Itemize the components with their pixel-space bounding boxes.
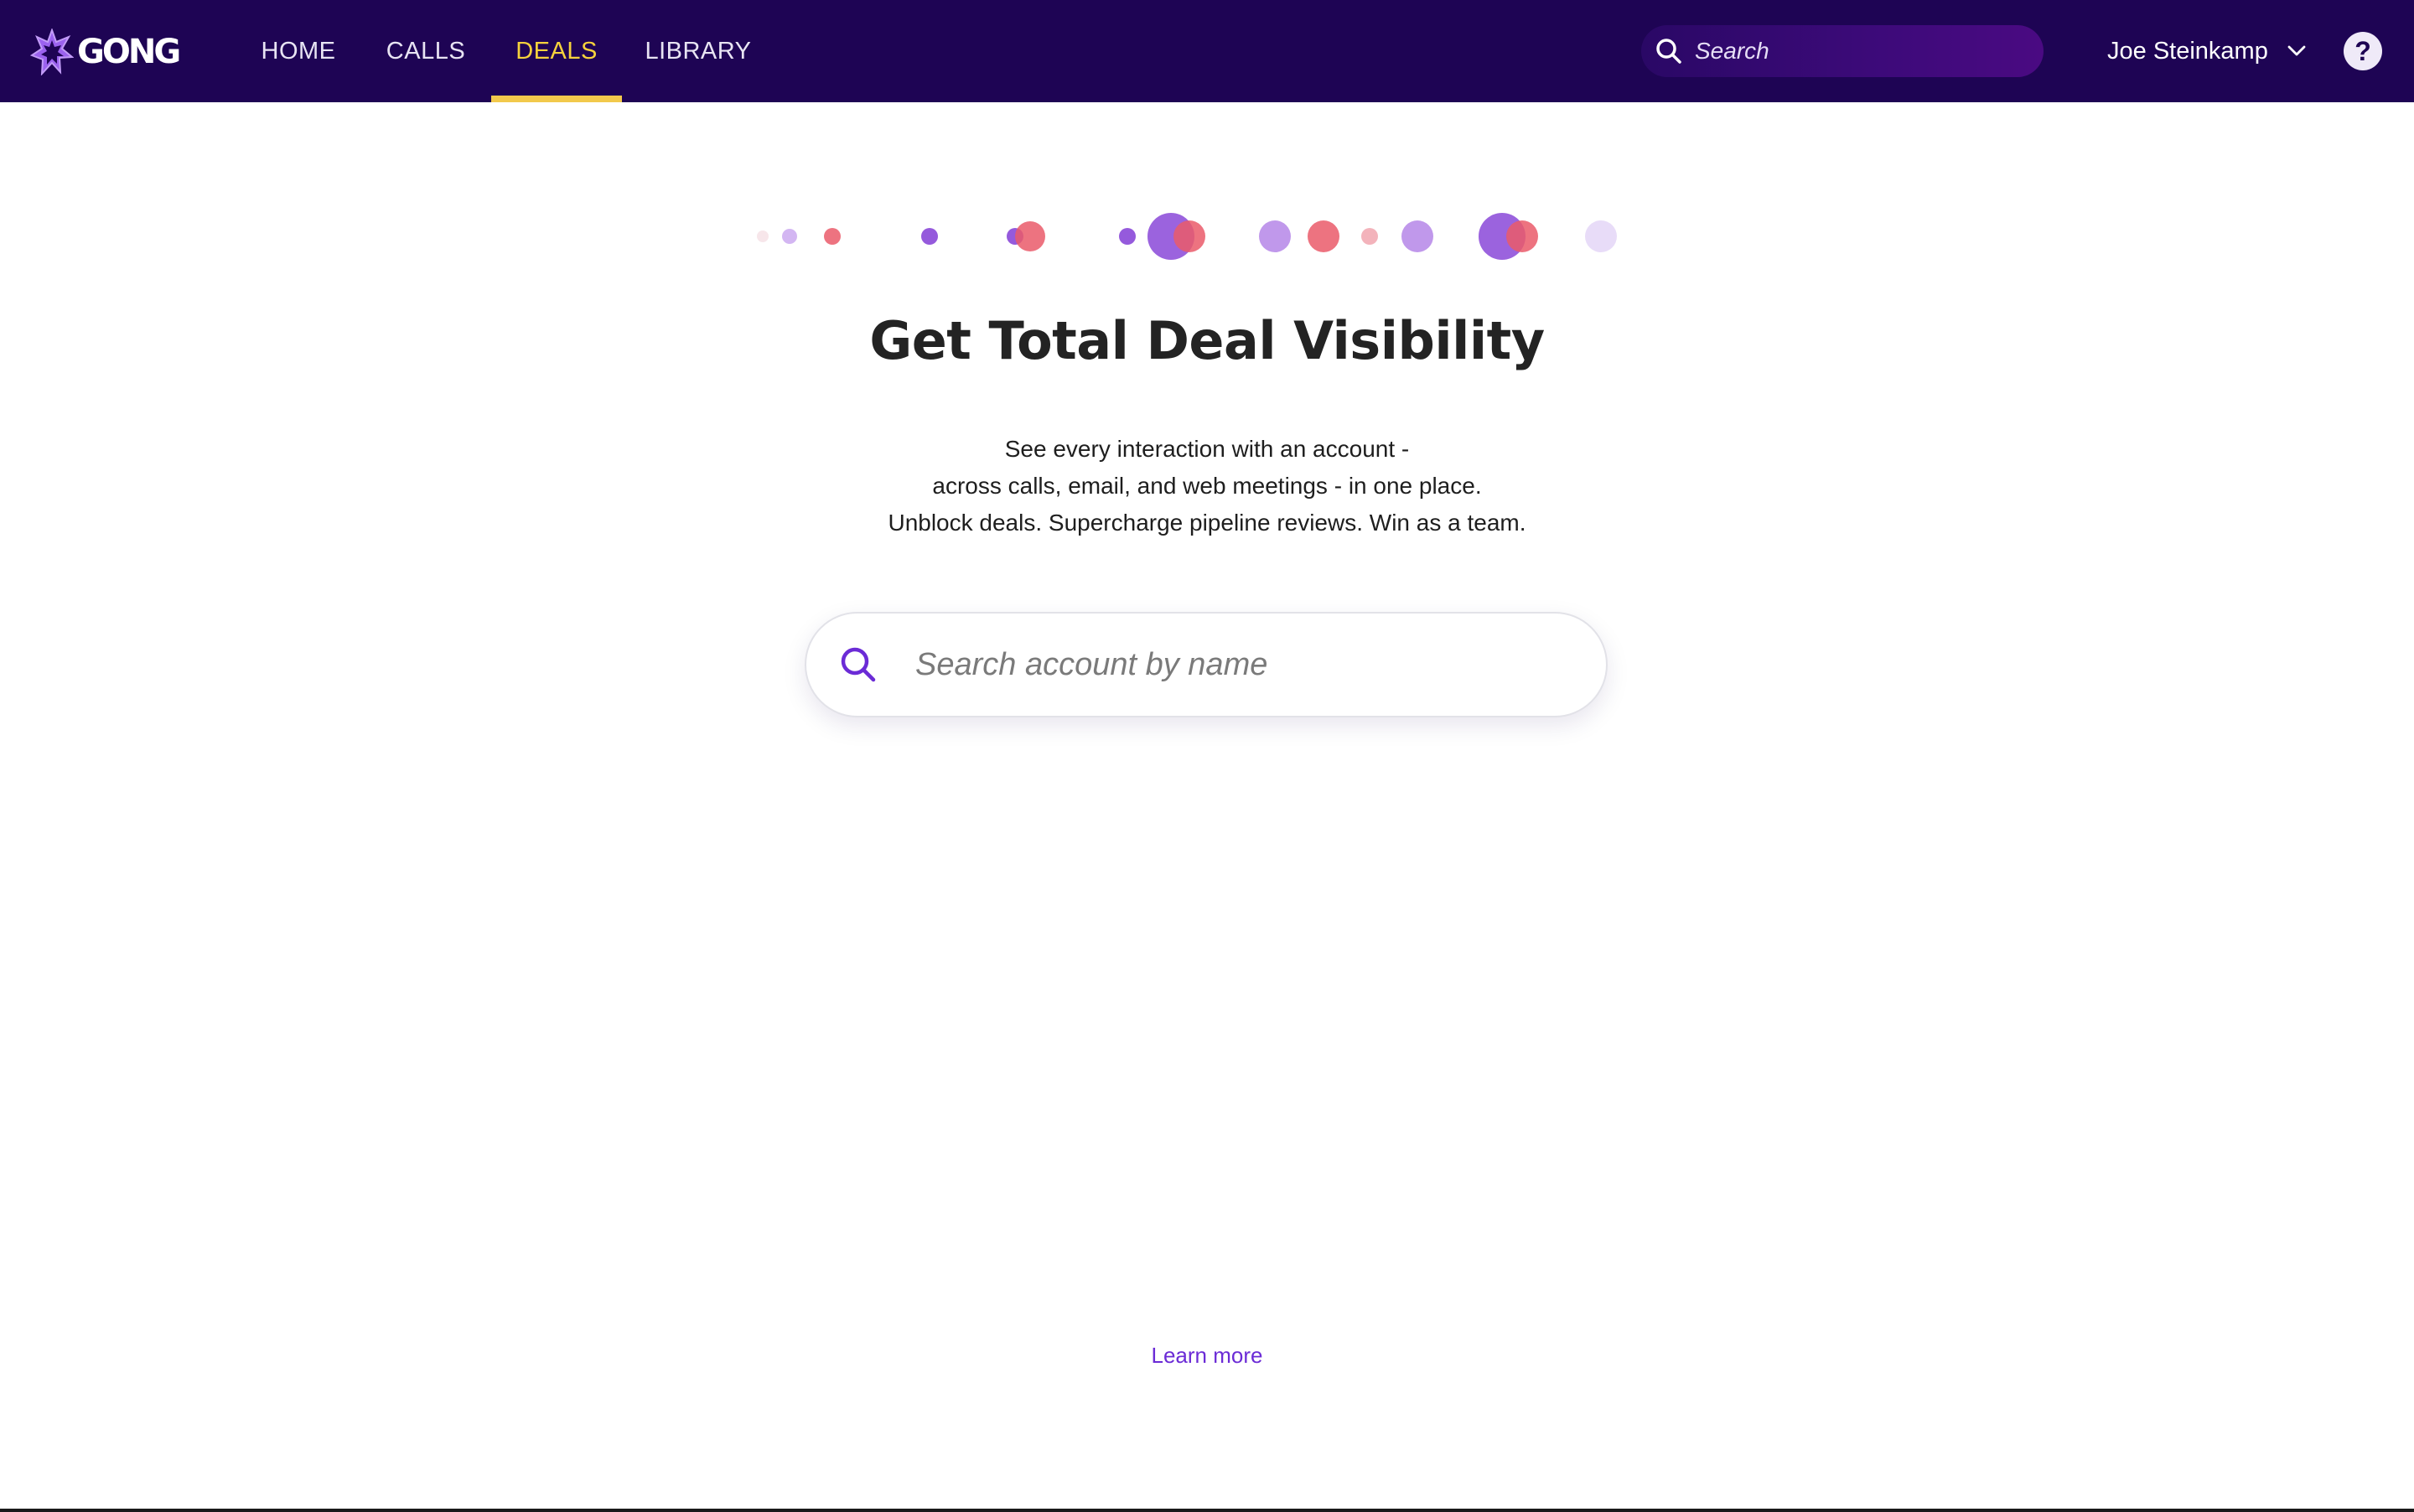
page-title: Get Total Deal Visibility (869, 310, 1545, 371)
learn-more-link[interactable]: Learn more (1152, 1343, 1263, 1368)
learn-more-link-row: Learn more (0, 1343, 2414, 1369)
user-name: Joe Steinkamp (2107, 37, 2268, 65)
chevron-down-icon (2287, 45, 2306, 56)
interaction-timeline-graphic (754, 213, 1626, 260)
global-search-bar[interactable] (1641, 25, 2044, 77)
active-tab-indicator (491, 96, 622, 102)
search-icon (1656, 39, 1681, 64)
help-label: ? (2354, 35, 2371, 66)
gong-logo-icon (30, 28, 74, 75)
tab-home[interactable]: HOME (248, 0, 349, 102)
window-bottom-edge (0, 1509, 2414, 1512)
gong-logo[interactable]: GONG (30, 28, 181, 75)
logo-wordmark: GONG (77, 33, 181, 71)
tab-calls[interactable]: CALLS (374, 0, 478, 102)
help-icon[interactable]: ? (2344, 32, 2382, 70)
top-navbar: GONG HOME CALLS DEALS LIBRARY Joe Steink… (0, 0, 2414, 102)
tab-deals[interactable]: DEALS (491, 0, 622, 102)
hero-line-2: across calls, email, and web meetings - … (932, 473, 1482, 499)
tab-library[interactable]: LIBRARY (637, 0, 759, 102)
account-search-bar[interactable] (805, 612, 1608, 717)
tab-home-label: HOME (261, 37, 336, 65)
hero-line-1: See every interaction with an account - (1004, 436, 1410, 462)
tab-calls-label: CALLS (386, 37, 466, 65)
account-search-input[interactable] (914, 630, 1554, 699)
hero-description: See every interaction with an account - … (0, 431, 2414, 541)
tab-deals-label: DEALS (515, 37, 598, 65)
global-search-input[interactable] (1693, 29, 2032, 73)
tab-library-label: LIBRARY (645, 37, 752, 65)
hero-line-3: Unblock deals. Supercharge pipeline revi… (888, 510, 1526, 536)
user-menu[interactable]: Joe Steinkamp (2107, 25, 2307, 77)
search-icon (841, 647, 876, 682)
